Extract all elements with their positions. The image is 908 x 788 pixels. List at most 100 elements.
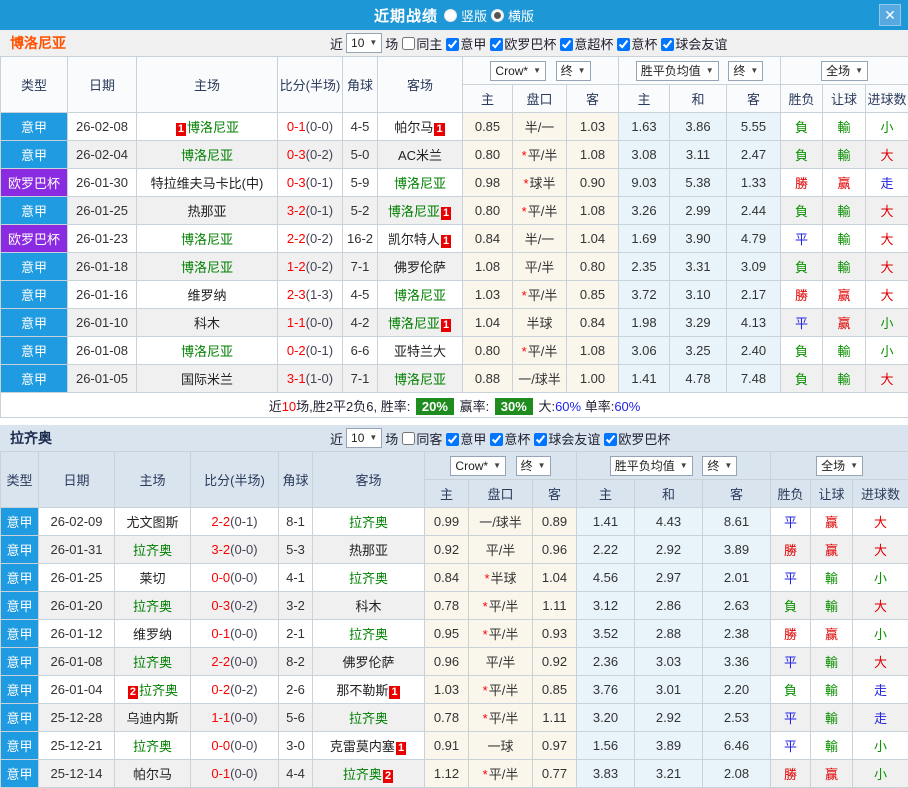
away-team-name[interactable]: 佛罗伦萨 bbox=[342, 655, 394, 670]
odds-final-select[interactable]: 终▼ bbox=[516, 456, 551, 476]
odds-final-select[interactable]: 终▼ bbox=[556, 61, 591, 81]
match-row[interactable]: 意甲26-02-04博洛尼亚0-3(0-2)5-0AC米兰0.80*平/半1.0… bbox=[1, 141, 908, 169]
match-row[interactable]: 意甲25-12-28乌迪内斯1-1(0-0)5-6拉齐奥0.78*平/半1.11… bbox=[1, 704, 908, 732]
home-team-name[interactable]: 博洛尼亚 bbox=[181, 148, 233, 163]
away-team-name[interactable]: 博洛尼亚 bbox=[394, 372, 446, 387]
away-team-name[interactable]: 拉齐奥 bbox=[343, 767, 382, 782]
same-venue-checkbox[interactable] bbox=[402, 432, 415, 445]
competition-checkbox-label[interactable]: 欧罗巴杯 bbox=[618, 432, 670, 447]
competition-checkbox-label[interactable]: 意杯 bbox=[631, 37, 657, 52]
competition-checkbox-label[interactable]: 意甲 bbox=[460, 37, 486, 52]
away-team-name[interactable]: 博洛尼亚 bbox=[394, 176, 446, 191]
match-row[interactable]: 意甲26-01-12维罗纳0-1(0-0)2-1拉齐奥0.95*平/半0.933… bbox=[1, 620, 908, 648]
competition-checkbox[interactable] bbox=[490, 38, 503, 51]
competition-checkbox-label[interactable]: 意超杯 bbox=[574, 37, 613, 52]
match-row[interactable]: 意甲26-01-20拉齐奥0-3(0-2)3-2科木0.78*平/半1.113.… bbox=[1, 592, 908, 620]
competition-checkbox-label[interactable]: 欧罗巴杯 bbox=[504, 37, 556, 52]
competition-checkbox[interactable] bbox=[617, 38, 630, 51]
avg-final-select[interactable]: 终▼ bbox=[702, 456, 737, 476]
match-row[interactable]: 意甲26-01-08拉齐奥2-2(0-0)8-2佛罗伦萨0.96平/半0.922… bbox=[1, 648, 908, 676]
away-team-name[interactable]: 帕尔马 bbox=[394, 120, 433, 135]
home-team-name[interactable]: 国际米兰 bbox=[181, 372, 233, 387]
match-row[interactable]: 意甲26-02-081博洛尼亚0-1(0-0)4-5帕尔马10.85半/一1.0… bbox=[1, 113, 908, 141]
away-team-name[interactable]: 博洛尼亚 bbox=[388, 316, 440, 331]
competition-checkbox-label[interactable]: 意甲 bbox=[460, 432, 486, 447]
match-row[interactable]: 意甲26-01-25热那亚3-2(0-1)5-2博洛尼亚10.80*平/半1.0… bbox=[1, 197, 908, 225]
home-team-name[interactable]: 维罗纳 bbox=[187, 288, 226, 303]
competition-checkbox-label[interactable]: 球会友谊 bbox=[675, 37, 727, 52]
vertical-layout-radio[interactable] bbox=[444, 9, 457, 22]
home-team-name[interactable]: 特拉维夫马卡比(中) bbox=[151, 176, 264, 191]
competition-checkbox-label[interactable]: 意杯 bbox=[504, 432, 530, 447]
away-team-name[interactable]: 博洛尼亚 bbox=[394, 288, 446, 303]
odds-company-select[interactable]: Crow*▼ bbox=[450, 456, 506, 476]
home-team-name[interactable]: 博洛尼亚 bbox=[181, 344, 233, 359]
match-row[interactable]: 意甲26-01-10科木1-1(0-0)4-2博洛尼亚11.04半球0.841.… bbox=[1, 309, 908, 337]
competition-checkbox[interactable] bbox=[490, 433, 503, 446]
competition-checkbox-label[interactable]: 球会友谊 bbox=[548, 432, 600, 447]
match-row[interactable]: 意甲26-01-18博洛尼亚1-2(0-2)7-1佛罗伦萨1.08平/半0.80… bbox=[1, 253, 908, 281]
match-row[interactable]: 意甲25-12-14帕尔马0-1(0-0)4-4拉齐奥21.12*平/半0.77… bbox=[1, 760, 908, 788]
away-team-name[interactable]: 博洛尼亚 bbox=[388, 204, 440, 219]
match-row[interactable]: 意甲26-01-25莱切0-0(0-0)4-1拉齐奥0.84*半球1.044.5… bbox=[1, 564, 908, 592]
home-team-name[interactable]: 帕尔马 bbox=[133, 767, 172, 782]
away-team-name[interactable]: 拉齐奥 bbox=[349, 515, 388, 530]
same-venue-label[interactable]: 同客 bbox=[416, 429, 442, 448]
horizontal-layout-label[interactable]: 横版 bbox=[508, 6, 534, 25]
match-row[interactable]: 意甲26-01-05国际米兰3-1(1-0)7-1博洛尼亚0.88一/球半1.0… bbox=[1, 365, 908, 393]
home-team-name[interactable]: 博洛尼亚 bbox=[181, 260, 233, 275]
competition-checkbox[interactable] bbox=[446, 38, 459, 51]
match-row[interactable]: 欧罗巴杯26-01-30特拉维夫马卡比(中)0-3(0-1)5-9博洛尼亚0.9… bbox=[1, 169, 908, 197]
match-row[interactable]: 意甲25-12-21拉齐奥0-0(0-0)3-0克雷莫内塞10.91一球0.97… bbox=[1, 732, 908, 760]
away-team-name[interactable]: 克雷莫内塞 bbox=[330, 739, 395, 754]
away-team-name[interactable]: 亚特兰大 bbox=[394, 344, 446, 359]
away-team-name[interactable]: 热那亚 bbox=[349, 543, 388, 558]
competition-checkbox[interactable] bbox=[604, 433, 617, 446]
competition-checkbox[interactable] bbox=[661, 38, 674, 51]
goals-result-cell: 走 bbox=[853, 676, 908, 704]
match-row[interactable]: 意甲26-01-08博洛尼亚0-2(0-1)6-6亚特兰大0.80*平/半1.0… bbox=[1, 337, 908, 365]
odds-company-select[interactable]: Crow*▼ bbox=[490, 61, 546, 81]
avg-select[interactable]: 胜平负均值▼ bbox=[610, 456, 693, 476]
match-count-select[interactable]: 10▼ bbox=[346, 33, 382, 53]
competition-checkbox[interactable] bbox=[560, 38, 573, 51]
home-team-name[interactable]: 乌迪内斯 bbox=[126, 711, 178, 726]
home-team-name[interactable]: 拉齐奥 bbox=[133, 655, 172, 670]
home-team-name[interactable]: 莱切 bbox=[139, 571, 165, 586]
vertical-layout-label[interactable]: 竖版 bbox=[461, 6, 487, 25]
away-team-name[interactable]: 佛罗伦萨 bbox=[394, 260, 446, 275]
away-team-name[interactable]: 拉齐奥 bbox=[349, 711, 388, 726]
same-venue-label[interactable]: 同主 bbox=[416, 34, 442, 53]
close-icon[interactable]: ✕ bbox=[879, 4, 901, 26]
match-row[interactable]: 欧罗巴杯26-01-23博洛尼亚2-2(0-2)16-2凯尔特人10.84半/一… bbox=[1, 225, 908, 253]
avg-select[interactable]: 胜平负均值▼ bbox=[636, 61, 719, 81]
away-team-name[interactable]: 那不勒斯 bbox=[336, 683, 388, 698]
horizontal-layout-radio[interactable] bbox=[491, 9, 504, 22]
home-team-name[interactable]: 尤文图斯 bbox=[126, 515, 178, 530]
away-team-name[interactable]: 科木 bbox=[355, 599, 381, 614]
match-row[interactable]: 意甲26-01-16维罗纳2-3(1-3)4-5博洛尼亚1.03*平/半0.85… bbox=[1, 281, 908, 309]
match-count-select[interactable]: 10▼ bbox=[346, 428, 382, 448]
competition-checkbox[interactable] bbox=[446, 433, 459, 446]
home-team-name[interactable]: 热那亚 bbox=[187, 204, 226, 219]
match-row[interactable]: 意甲26-01-31拉齐奥3-2(0-0)5-3热那亚0.92平/半0.962.… bbox=[1, 536, 908, 564]
home-team-name[interactable]: 拉齐奥 bbox=[133, 543, 172, 558]
match-row[interactable]: 意甲26-02-09尤文图斯2-2(0-1)8-1拉齐奥0.99一/球半0.89… bbox=[1, 508, 908, 536]
home-team-name[interactable]: 维罗纳 bbox=[133, 627, 172, 642]
same-venue-checkbox[interactable] bbox=[402, 37, 415, 50]
home-team-name[interactable]: 拉齐奥 bbox=[133, 599, 172, 614]
scope-select[interactable]: 全场▼ bbox=[816, 456, 863, 476]
away-team-name[interactable]: AC米兰 bbox=[398, 148, 442, 163]
scope-select[interactable]: 全场▼ bbox=[821, 61, 868, 81]
competition-checkbox[interactable] bbox=[534, 433, 547, 446]
away-team-name[interactable]: 拉齐奥 bbox=[349, 571, 388, 586]
match-row[interactable]: 意甲26-01-042拉齐奥0-2(0-2)2-6那不勒斯11.03*平/半0.… bbox=[1, 676, 908, 704]
away-team-name[interactable]: 拉齐奥 bbox=[349, 627, 388, 642]
home-team-name[interactable]: 博洛尼亚 bbox=[181, 232, 233, 247]
home-team-name[interactable]: 拉齐奥 bbox=[139, 683, 178, 698]
away-team-name[interactable]: 凯尔特人 bbox=[388, 232, 440, 247]
home-team-name[interactable]: 科木 bbox=[194, 316, 220, 331]
home-team-name[interactable]: 博洛尼亚 bbox=[187, 120, 239, 135]
avg-final-select[interactable]: 终▼ bbox=[728, 61, 763, 81]
home-team-name[interactable]: 拉齐奥 bbox=[133, 739, 172, 754]
